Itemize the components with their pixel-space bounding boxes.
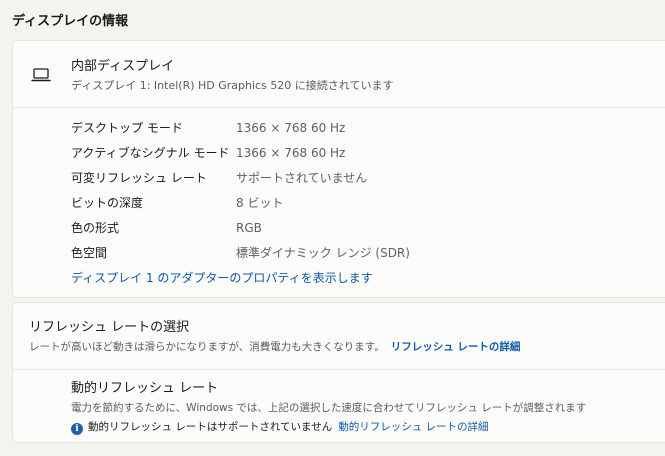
refresh-rate-card: リフレッシュ レートの選択 レートが高いほど動きは滑らかになりますが、消費電力も…: [12, 302, 665, 443]
dynamic-refresh-details-link[interactable]: 動的リフレッシュ レートの詳細: [338, 421, 488, 433]
property-value: 8 ビット: [236, 196, 284, 210]
refresh-rate-description: レートが高いほど動きは滑らかになりますが、消費電力も大きくなります。 リフレッシュ…: [29, 339, 520, 355]
dynamic-refresh-section: 動的リフレッシュ レート 電力を節約するために、Windows では、上記の選択…: [13, 370, 665, 444]
dynamic-refresh-title: 動的リフレッシュ レート: [71, 381, 219, 396]
property-label: 可変リフレッシュ レート: [71, 171, 207, 185]
display-title: 内部ディスプレイ: [71, 59, 175, 74]
property-label: デスクトップ モード: [71, 121, 183, 135]
property-label: 色の形式: [71, 221, 120, 235]
property-value: 1366 × 768 60 Hz: [236, 146, 346, 160]
laptop-icon: [31, 68, 51, 82]
info-icon: i: [71, 423, 83, 435]
dynamic-refresh-description: 電力を節約するために、Windows では、上記の選択した速度に合わせてリフレッ…: [71, 402, 587, 414]
property-label: ビットの深度: [71, 196, 144, 210]
property-value: 1366 × 768 60 Hz: [236, 121, 346, 135]
property-value: 標準ダイナミック レンジ (SDR): [236, 246, 410, 260]
refresh-rate-selection[interactable]: リフレッシュ レートの選択 レートが高いほど動きは滑らかになりますが、消費電力も…: [13, 303, 665, 370]
refresh-rate-description-text: レートが高いほど動きは滑らかになりますが、消費電力も大きくなります。: [29, 341, 385, 353]
property-value: RGB: [236, 221, 262, 235]
dynamic-refresh-note-text: 動的リフレッシュ レートはサポートされていません: [88, 421, 333, 433]
property-label: 色空間: [71, 246, 108, 260]
display-header: 内部ディスプレイ ディスプレイ 1: Intel(R) HD Graphics …: [13, 41, 665, 108]
dynamic-refresh-note: i 動的リフレッシュ レートはサポートされていません 動的リフレッシュ レートの詳細: [71, 419, 489, 435]
property-label: アクティブなシグナル モード: [71, 146, 230, 160]
display-subtitle: ディスプレイ 1: Intel(R) HD Graphics 520 に接続され…: [71, 79, 394, 92]
refresh-rate-title: リフレッシュ レートの選択: [29, 320, 190, 335]
display-info-card: 内部ディスプレイ ディスプレイ 1: Intel(R) HD Graphics …: [12, 40, 665, 298]
adapter-properties-link[interactable]: ディスプレイ 1 のアダプターのプロパティを表示します: [71, 268, 373, 288]
section-title: ディスプレイの情報: [12, 14, 129, 29]
refresh-rate-details-link[interactable]: リフレッシュ レートの詳細: [391, 341, 521, 353]
property-value: サポートされていません: [236, 171, 368, 185]
